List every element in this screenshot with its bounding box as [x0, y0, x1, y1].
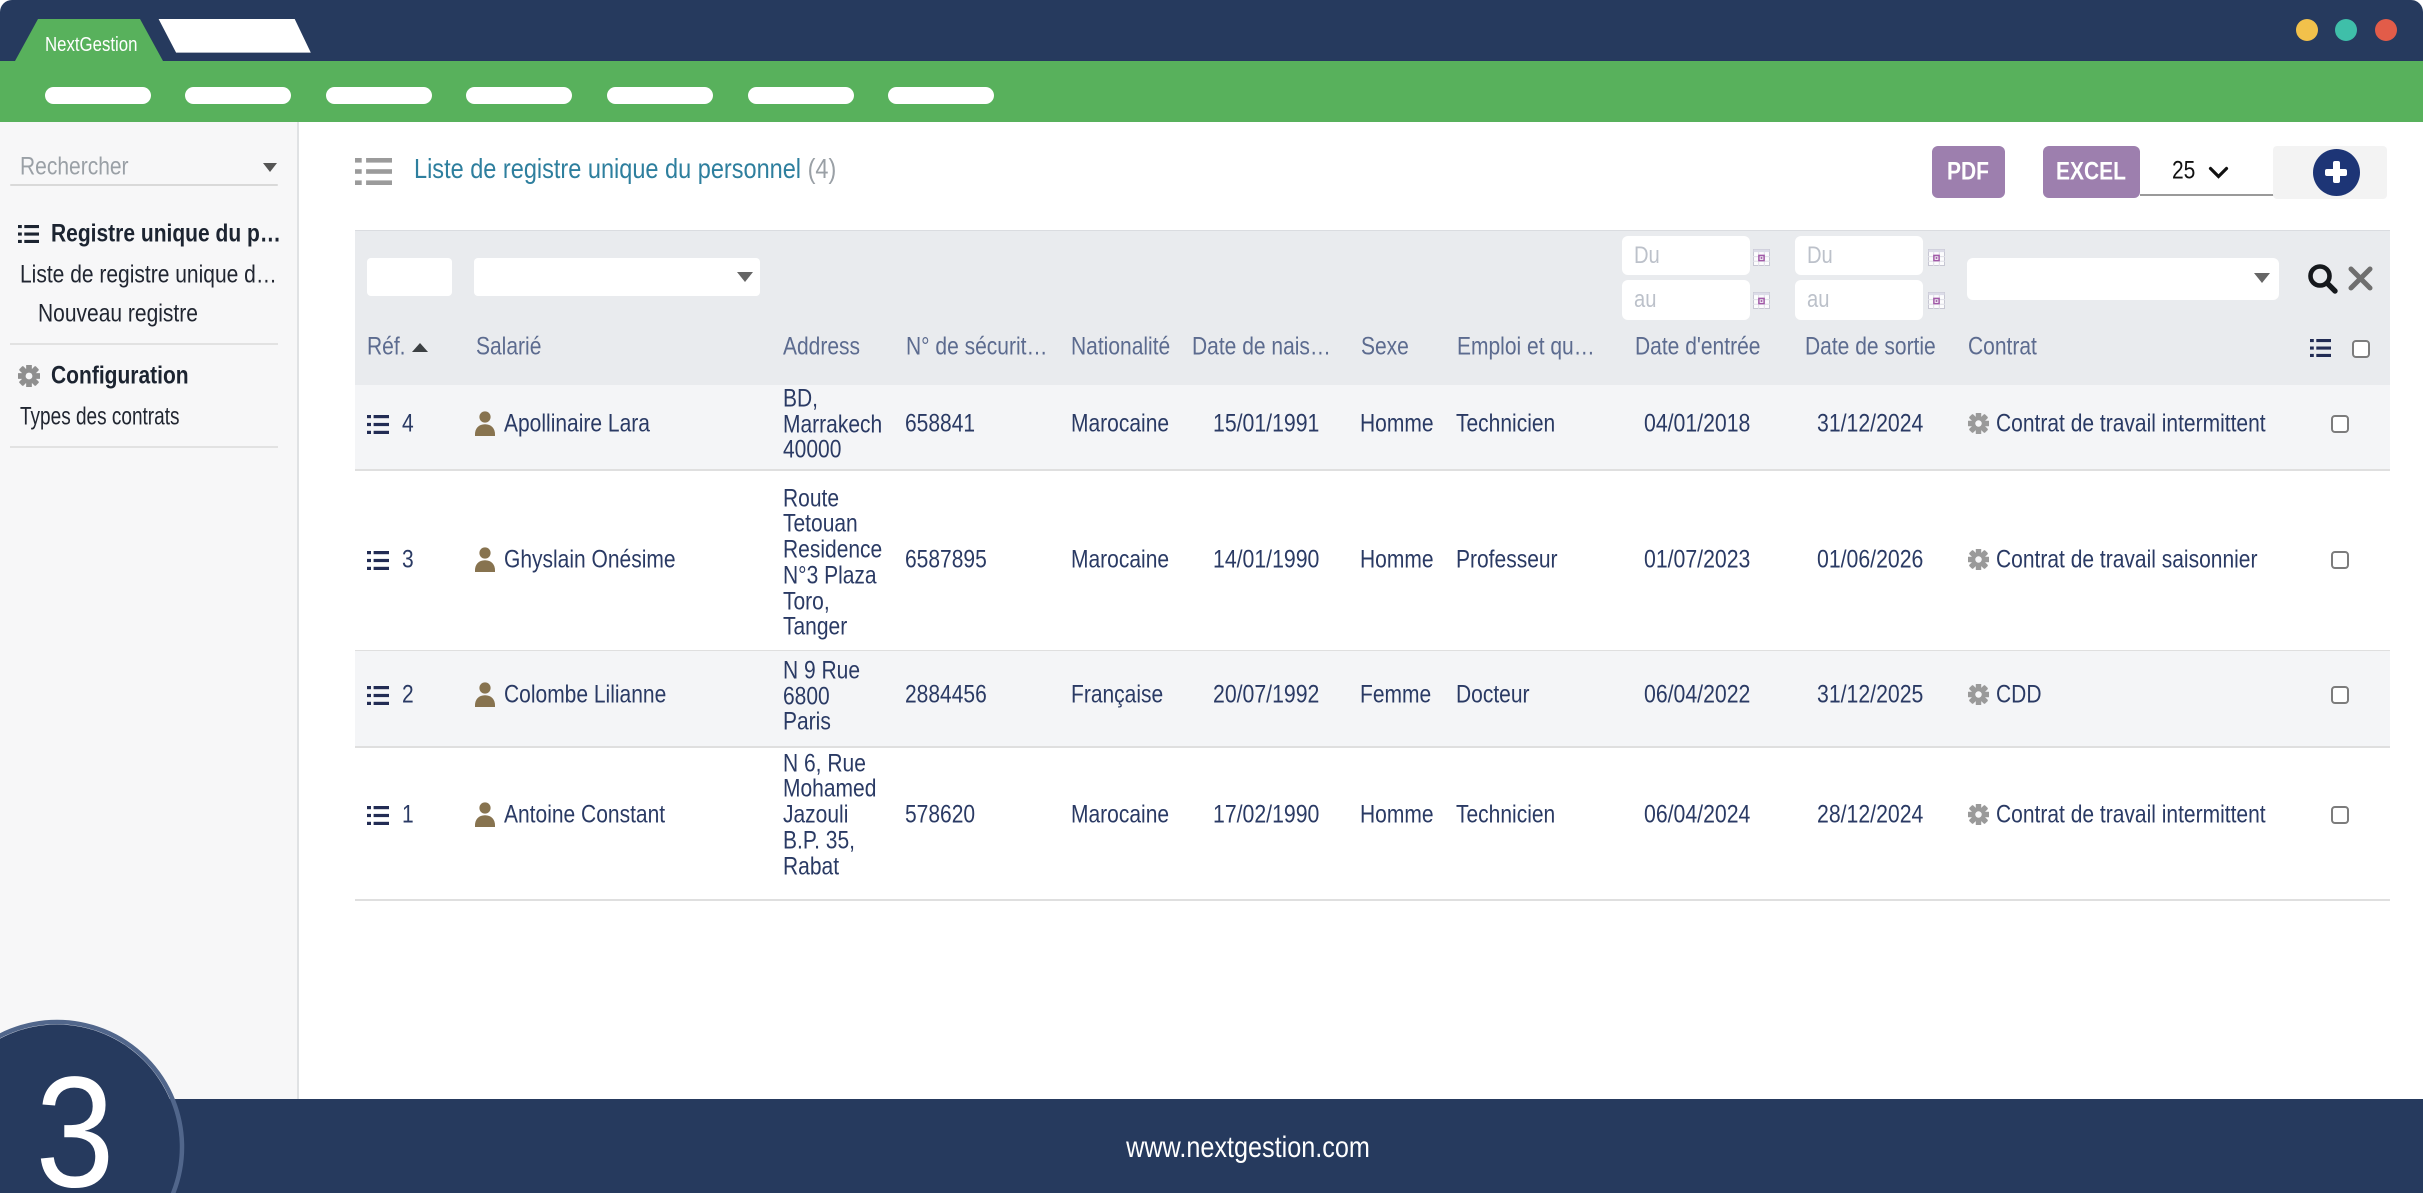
svg-text:3: 3	[35, 1044, 114, 1193]
